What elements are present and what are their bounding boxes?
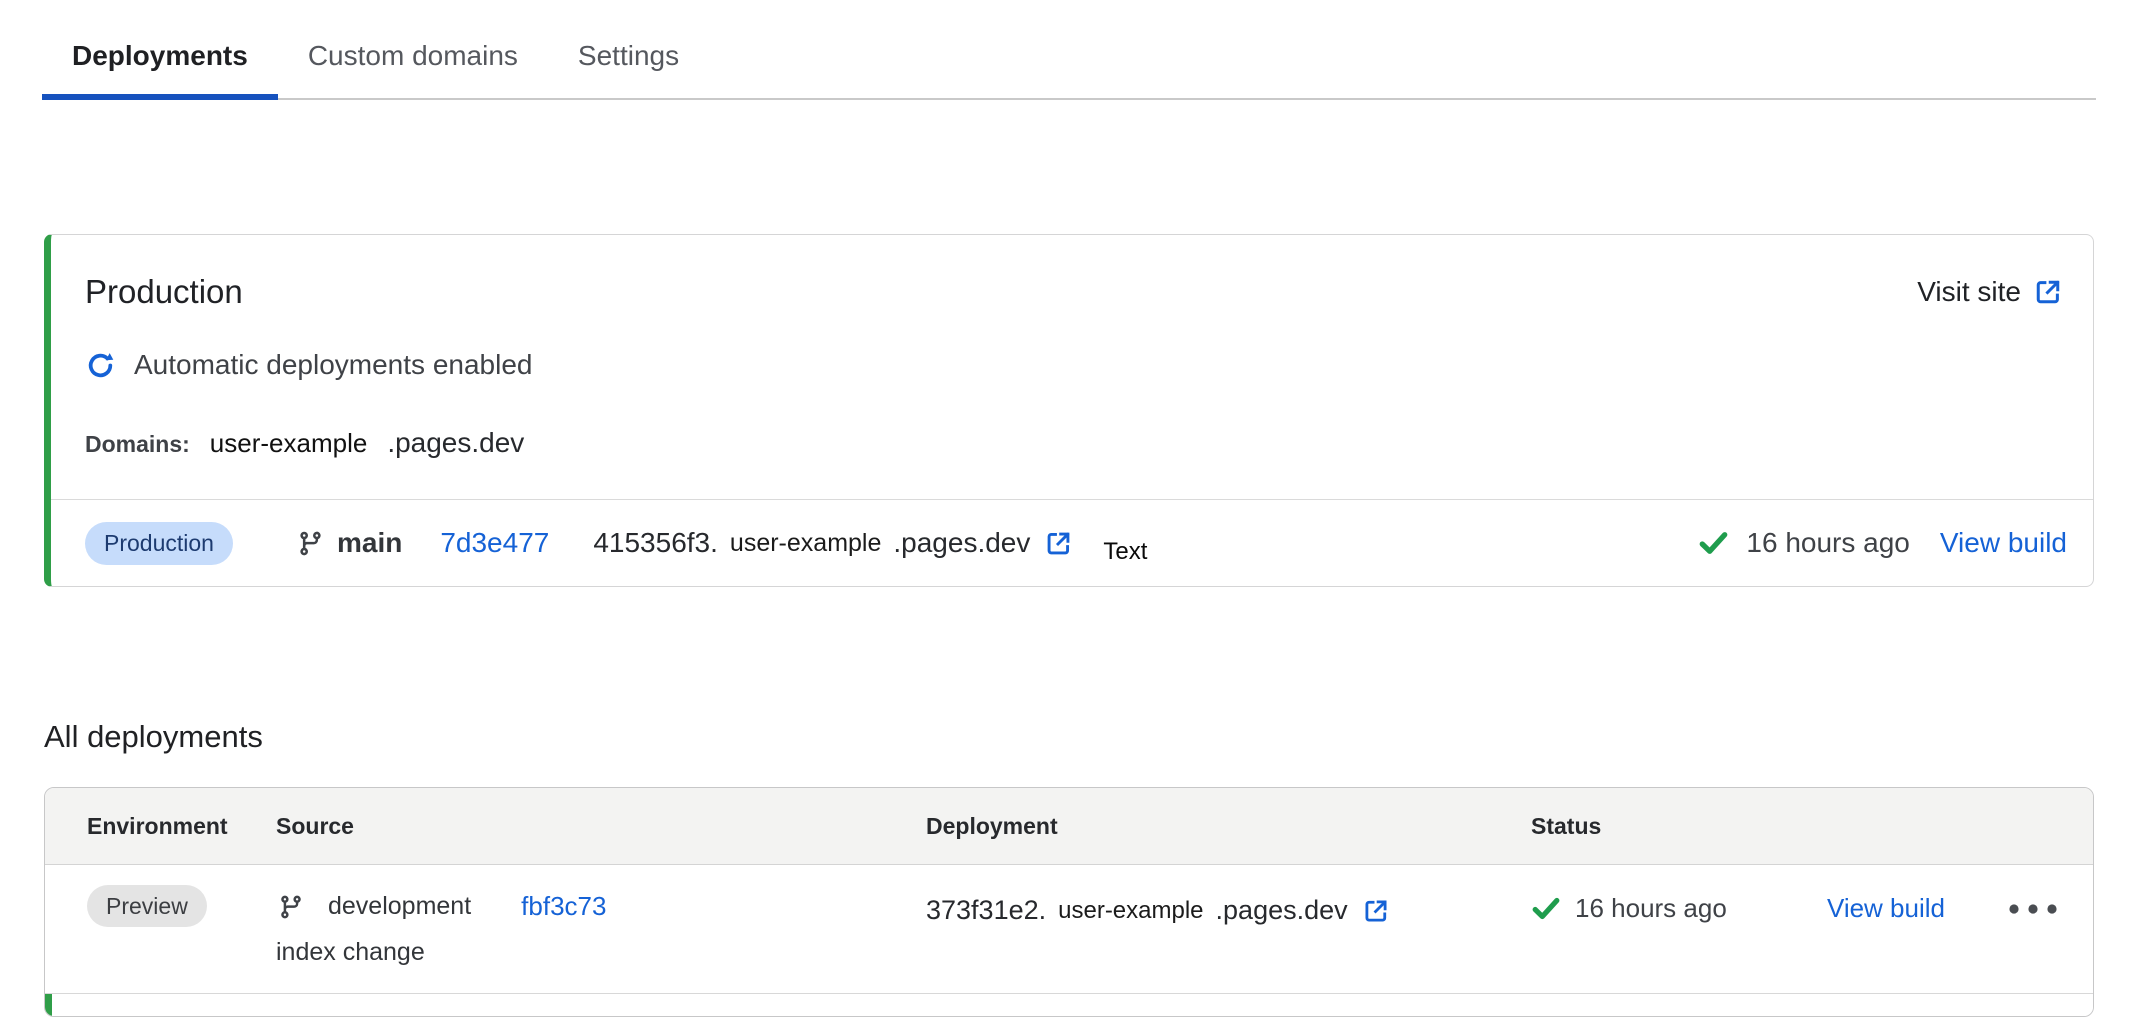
table-row-partial xyxy=(45,994,2093,1016)
branch-name: development xyxy=(328,892,471,921)
check-icon xyxy=(1531,895,1561,922)
commit-link[interactable]: fbf3c73 xyxy=(521,891,606,922)
table-row: Preview development fbf3c73 index change… xyxy=(45,865,2093,993)
deployment-domain: user-example xyxy=(730,529,881,558)
column-header-source: Source xyxy=(276,813,926,840)
tab-deployments[interactable]: Deployments xyxy=(42,40,278,100)
view-build-link[interactable]: View build xyxy=(1940,527,2067,559)
visit-site-label: Visit site xyxy=(1917,276,2021,308)
domains-label: Domains: xyxy=(85,431,190,458)
open-deployment-icon[interactable] xyxy=(1044,529,1073,558)
deployment-domain-suffix: .pages.dev xyxy=(1216,895,1348,926)
refresh-icon xyxy=(85,350,116,381)
commit-message: index change xyxy=(276,938,926,967)
open-deployment-icon[interactable] xyxy=(1362,897,1390,925)
domain-name: user-example xyxy=(210,428,368,459)
table-header-row: Environment Source Deployment Status xyxy=(45,788,2093,865)
environment-badge: Production xyxy=(85,522,233,565)
view-build-link[interactable]: View build xyxy=(1827,893,1945,924)
deployment-id: 415356f3. xyxy=(593,527,718,559)
deployment-domain: user-example xyxy=(1058,897,1203,925)
auto-deployments-text: Automatic deployments enabled xyxy=(134,349,532,381)
visit-site-link[interactable]: Visit site xyxy=(1917,276,2063,308)
status-time: 16 hours ago xyxy=(1746,527,1909,559)
check-icon xyxy=(1698,529,1729,557)
row-menu-button[interactable] xyxy=(2007,903,2059,915)
git-branch-icon xyxy=(278,894,304,920)
environment-badge: Preview xyxy=(87,885,207,927)
deployments-table: Environment Source Deployment Status Pre… xyxy=(44,787,2094,1017)
tab-bar: Deployments Custom domains Settings xyxy=(42,0,2096,100)
all-deployments-heading: All deployments xyxy=(44,719,2132,755)
status-time: 16 hours ago xyxy=(1575,893,1727,924)
commit-link[interactable]: 7d3e477 xyxy=(440,527,549,559)
deployment-domain-suffix: .pages.dev xyxy=(893,527,1030,559)
column-header-status: Status xyxy=(1531,813,2093,840)
deployment-id: 373f31e2. xyxy=(926,895,1046,926)
production-card: Production Visit site Automatic deployme… xyxy=(44,234,2094,587)
external-link-icon xyxy=(2033,277,2063,307)
cursor-text-label: Text xyxy=(1103,538,1147,566)
domain-suffix: .pages.dev xyxy=(387,427,524,459)
column-header-environment: Environment xyxy=(87,813,276,840)
tab-settings[interactable]: Settings xyxy=(548,40,709,98)
production-deployment-row: Production main 7d3e477 415356f3. user-e… xyxy=(51,499,2093,586)
column-header-deployment: Deployment xyxy=(926,813,1531,840)
branch-name: main xyxy=(337,527,402,559)
production-card-title: Production xyxy=(85,273,243,311)
tab-custom-domains[interactable]: Custom domains xyxy=(278,40,548,98)
git-branch-icon xyxy=(297,530,324,557)
